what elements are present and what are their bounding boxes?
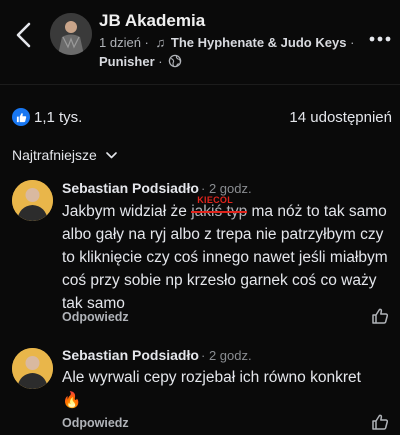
chevron-down-icon xyxy=(105,152,117,159)
comment-author[interactable]: Sebastian Podsiadło xyxy=(62,347,199,363)
reply-button[interactable]: Odpowiedz xyxy=(62,310,129,324)
sort-label: Najtrafniejsze xyxy=(12,147,97,163)
commenter-avatar[interactable] xyxy=(12,180,53,221)
music-note-icon: ♫ xyxy=(155,35,166,50)
meta-separator-2: · xyxy=(158,54,163,69)
thumbs-up-icon xyxy=(372,414,389,430)
comment-text: Ale wyrwali cepy rozjebał ich równo konk… xyxy=(62,366,392,412)
reply-button[interactable]: Odpowiedz xyxy=(62,416,129,430)
post-meta-line-2: Punisher · xyxy=(99,54,182,69)
globe-icon xyxy=(168,54,182,68)
redacted-word: jakiś typ KIECOL xyxy=(191,195,248,223)
commenter-avatar[interactable] xyxy=(12,348,53,389)
like-comment-button[interactable] xyxy=(371,307,389,325)
page-avatar[interactable] xyxy=(50,13,92,55)
track-title[interactable]: The Hyphenate & Judo Keys xyxy=(171,35,347,50)
reaction-count: 1,1 tys. xyxy=(34,109,83,126)
fire-emoji: 🔥 xyxy=(62,392,82,409)
meta-separator: · xyxy=(144,35,149,50)
comment-time: · 2 godz. xyxy=(201,348,252,363)
comment-text-body: Ale wyrwali cepy rozjebał ich równo konk… xyxy=(62,369,361,386)
thumbs-up-icon xyxy=(372,308,389,324)
red-overlay-label: KIECOL xyxy=(197,195,234,205)
comment-text: Jakbym widział że jakiś typ KIECOL ma nóż… xyxy=(62,195,392,315)
like-icon xyxy=(12,108,30,126)
comment-author[interactable]: Sebastian Podsiadło xyxy=(62,180,199,196)
track-suffix-separator: · xyxy=(350,35,355,50)
post-age: 1 dzień xyxy=(99,35,141,50)
chevron-left-icon xyxy=(16,22,31,48)
like-comment-button[interactable] xyxy=(371,413,389,431)
comment-sort-dropdown[interactable]: Najtrafniejsze xyxy=(12,147,117,163)
track-title-continued[interactable]: Punisher xyxy=(99,54,155,69)
more-options-button[interactable] xyxy=(369,30,391,42)
comment-text-start: Jakbym widział że xyxy=(62,203,192,220)
header-divider xyxy=(0,84,400,85)
more-horizontal-icon xyxy=(369,36,391,42)
back-button[interactable] xyxy=(12,20,36,50)
post-meta-line: 1 dzień · ♫ The Hyphenate & Judo Keys · xyxy=(99,35,354,50)
page-name[interactable]: JB Akademia xyxy=(99,11,205,31)
share-count[interactable]: 14 udostępnień xyxy=(289,109,392,126)
post-header: JB Akademia 1 dzień · ♫ The Hyphenate & … xyxy=(0,0,400,82)
